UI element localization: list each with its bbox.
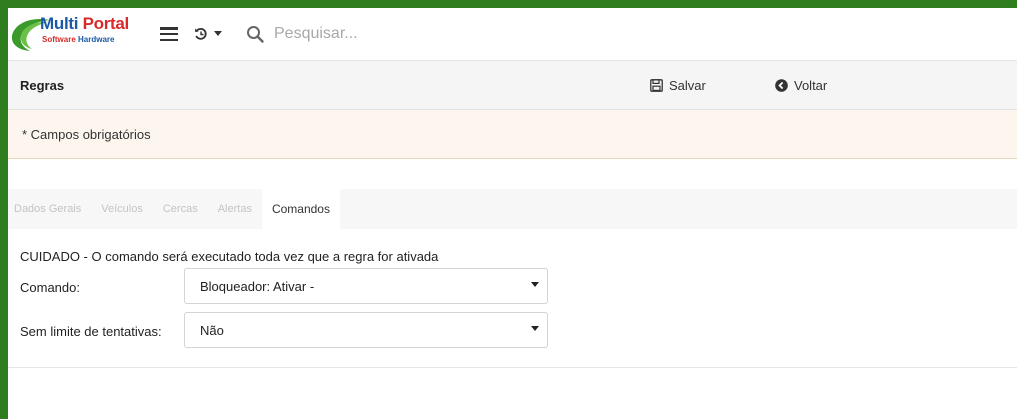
- search-input[interactable]: [272, 24, 476, 44]
- tab-veiculos[interactable]: Veículos: [91, 189, 153, 229]
- unlimited-attempts-select[interactable]: Não: [184, 312, 548, 348]
- logo-title-portal: Portal: [82, 14, 130, 33]
- logo-subtitle-hardware: Hardware: [78, 35, 115, 44]
- top-bar: Multi Portal Software Hardware: [8, 8, 1017, 61]
- caret-down-icon: [531, 282, 539, 287]
- page-header: Regras Salvar Voltar: [8, 61, 1017, 110]
- back-label: Voltar: [794, 77, 828, 93]
- search-bar: [246, 24, 476, 44]
- logo-subtitle-software: Software: [42, 35, 76, 44]
- warning-text: CUIDADO - O comando será executado toda …: [20, 249, 439, 264]
- required-fields-notice: * Campos obrigatórios: [8, 110, 1017, 159]
- tab-bar: Dados Gerais Veículos Cercas Alertas Com…: [8, 189, 1017, 229]
- logo-title: Multi Portal: [40, 14, 129, 34]
- back-button[interactable]: Voltar: [775, 61, 827, 109]
- logo-title-main: Multi: [40, 14, 79, 33]
- command-select[interactable]: Bloqueador: Ativar -: [184, 268, 548, 304]
- page-title: Regras: [20, 77, 65, 93]
- history-icon: [195, 27, 207, 40]
- logo[interactable]: Multi Portal Software Hardware: [10, 14, 138, 54]
- menu-icon[interactable]: [160, 27, 178, 41]
- notice-text: * Campos obrigatórios: [22, 126, 151, 142]
- tab-dados-gerais[interactable]: Dados Gerais: [8, 189, 91, 229]
- tab-comandos[interactable]: Comandos: [261, 189, 340, 229]
- history-button[interactable]: [194, 27, 222, 41]
- logo-subtitle: Software Hardware: [42, 35, 115, 44]
- app-frame: Multi Portal Software Hardware Regras: [8, 8, 1017, 419]
- tab-cercas[interactable]: Cercas: [153, 189, 208, 229]
- tab-alertas[interactable]: Alertas: [208, 189, 262, 229]
- command-label: Comando:: [20, 280, 80, 295]
- save-label: Salvar: [669, 77, 706, 93]
- caret-down-icon: [531, 326, 539, 331]
- save-icon: [650, 78, 663, 92]
- caret-down-icon: [214, 31, 222, 36]
- unlimited-attempts-label: Sem limite de tentativas:: [20, 324, 162, 339]
- search-icon[interactable]: [246, 25, 264, 43]
- unlimited-attempts-value: Não: [200, 322, 224, 338]
- tab-content-comandos: CUIDADO - O comando será executado toda …: [8, 229, 1017, 368]
- back-icon: [775, 78, 788, 92]
- command-select-value: Bloqueador: Ativar -: [200, 278, 315, 294]
- save-button[interactable]: Salvar: [650, 61, 706, 109]
